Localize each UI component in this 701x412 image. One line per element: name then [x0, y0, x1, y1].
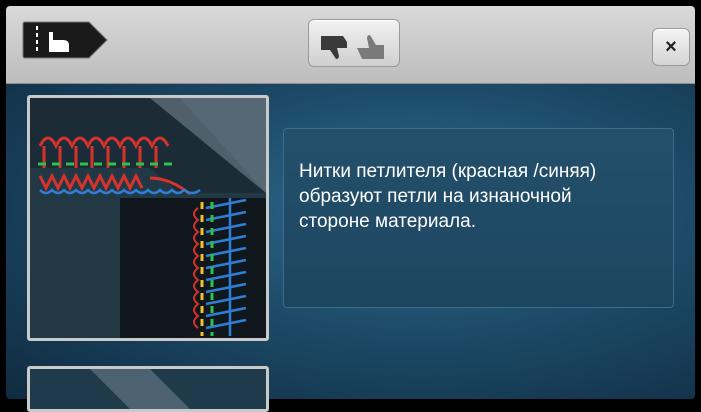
- thumbs-down-up-icon: [321, 35, 384, 59]
- top-toolbar: ×: [6, 6, 695, 84]
- next-illustration-thumbnail[interactable]: [27, 366, 269, 412]
- description-text: Нитки петлителя (красная /синяя) образую…: [299, 161, 597, 232]
- hand-pointer-icon: [22, 21, 108, 59]
- close-button[interactable]: ×: [652, 28, 690, 66]
- stitch-illustration: [27, 95, 269, 341]
- close-icon: ×: [665, 36, 677, 58]
- thumbs-feedback-button[interactable]: [308, 19, 400, 67]
- description-panel: Нитки петлителя (красная /синяя) образую…: [283, 128, 674, 308]
- stitch-mode-button[interactable]: [21, 20, 111, 60]
